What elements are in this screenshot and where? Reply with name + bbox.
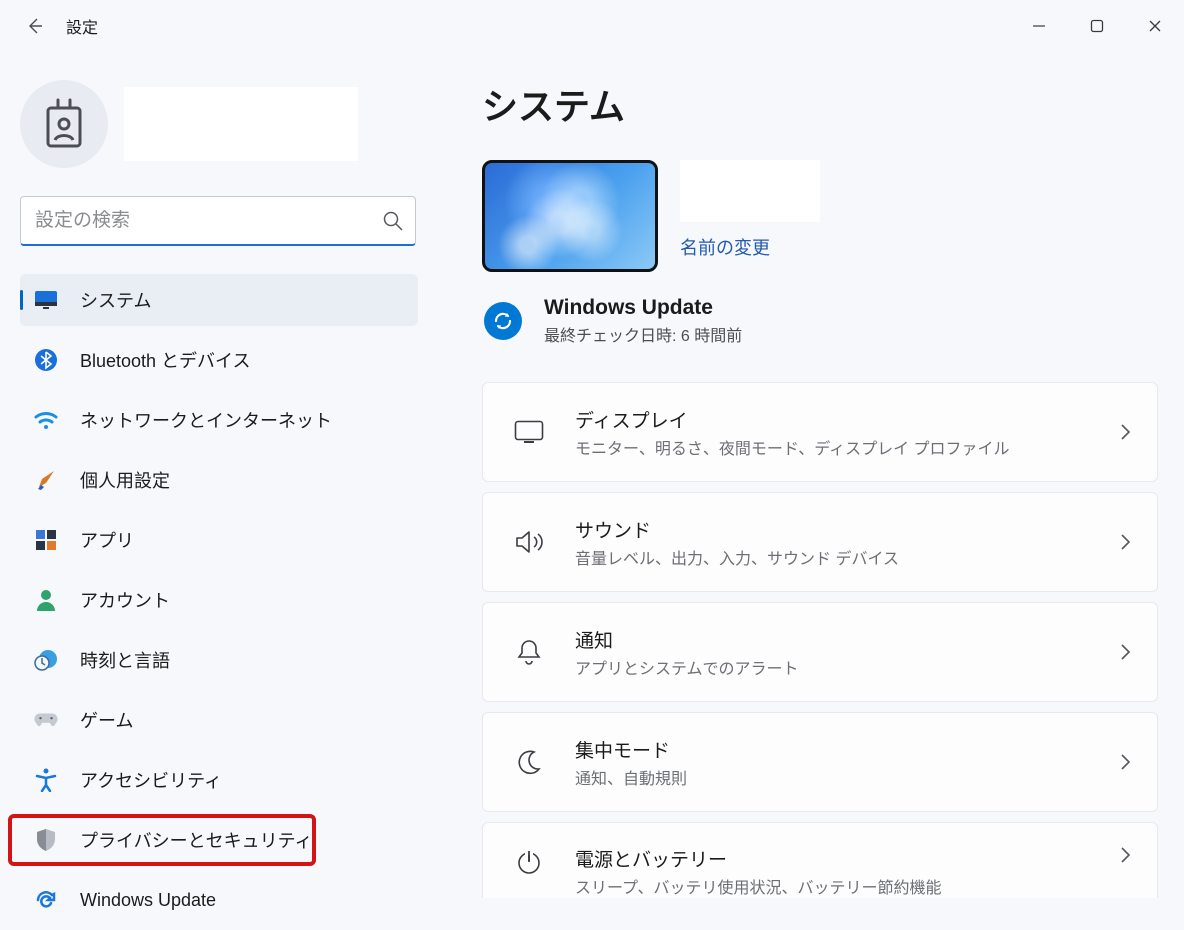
card-subtitle: スリープ、バッテリ使用状況、バッテリー節約機能 — [575, 874, 1119, 898]
windows-update-summary[interactable]: Windows Update 最終チェック日時: 6 時間前 — [484, 296, 1158, 346]
sidebar-item-label: Bluetooth とデバイス — [80, 347, 251, 373]
minimize-icon — [1032, 19, 1046, 33]
card-notifications[interactable]: 通知 アプリとシステムでのアラート — [482, 602, 1158, 702]
search-icon — [382, 210, 404, 232]
device-info-row: 名前の変更 — [482, 160, 1158, 272]
sidebar-item-gaming[interactable]: ゲーム — [20, 694, 418, 746]
arrow-left-icon — [25, 16, 45, 36]
update-icon — [34, 888, 58, 912]
device-preview[interactable] — [482, 160, 658, 272]
card-title: 集中モード — [575, 736, 1119, 763]
bluetooth-icon — [34, 348, 58, 372]
card-subtitle: モニター、明るさ、夜間モード、ディスプレイ プロファイル — [575, 435, 1119, 459]
sidebar-item-label: プライバシーとセキュリティ — [80, 827, 313, 853]
sidebar-item-accounts[interactable]: アカウント — [20, 574, 418, 626]
app-title: 設定 — [66, 14, 98, 38]
display-icon — [503, 420, 555, 444]
update-subtitle: 最終チェック日時: 6 時間前 — [544, 322, 742, 346]
main-content: システム 名前の変更 Windows Update 最終チェック日時: 6 時間… — [440, 52, 1184, 930]
sidebar-item-label: ゲーム — [80, 707, 133, 733]
maximize-icon — [1090, 19, 1104, 33]
profile-name-placeholder — [124, 87, 358, 161]
accessibility-icon — [34, 768, 58, 792]
power-icon — [503, 849, 555, 875]
paintbrush-icon — [34, 468, 58, 492]
sidebar-item-label: アプリ — [80, 527, 134, 553]
apps-icon — [34, 528, 58, 552]
card-power[interactable]: 電源とバッテリー スリープ、バッテリ使用状況、バッテリー節約機能 — [482, 822, 1158, 898]
update-circle-icon — [484, 302, 522, 340]
sidebar-item-personalization[interactable]: 個人用設定 — [20, 454, 418, 506]
page-title: システム — [482, 78, 1158, 130]
card-display[interactable]: ディスプレイ モニター、明るさ、夜間モード、ディスプレイ プロファイル — [482, 382, 1158, 482]
sidebar: システム Bluetooth とデバイス ネットワークとインターネット — [0, 52, 440, 930]
card-subtitle: 音量レベル、出力、入力、サウンド デバイス — [575, 545, 1119, 569]
card-subtitle: アプリとシステムでのアラート — [575, 655, 1119, 679]
chevron-right-icon — [1119, 532, 1131, 552]
moon-icon — [503, 749, 555, 775]
titlebar: 設定 — [0, 0, 1184, 52]
sidebar-item-label: Windows Update — [80, 890, 216, 911]
clock-globe-icon — [34, 648, 58, 672]
close-icon — [1148, 19, 1162, 33]
card-sound[interactable]: サウンド 音量レベル、出力、入力、サウンド デバイス — [482, 492, 1158, 592]
card-title: ディスプレイ — [575, 406, 1119, 433]
minimize-button[interactable] — [1010, 6, 1068, 46]
card-title: 通知 — [575, 626, 1119, 653]
sidebar-item-windows-update[interactable]: Windows Update — [20, 874, 418, 926]
chevron-right-icon — [1119, 422, 1131, 442]
sidebar-item-label: アクセシビリティ — [80, 767, 222, 793]
shield-icon — [34, 828, 58, 852]
sidebar-item-label: ネットワークとインターネット — [80, 407, 332, 433]
card-title: サウンド — [575, 516, 1119, 543]
sidebar-item-label: アカウント — [80, 587, 170, 613]
card-focus[interactable]: 集中モード 通知、自動規則 — [482, 712, 1158, 812]
chevron-right-icon — [1119, 845, 1131, 865]
bell-icon — [503, 638, 555, 666]
rename-link[interactable]: 名前の変更 — [680, 238, 770, 258]
sidebar-item-privacy[interactable]: プライバシーとセキュリティ — [8, 814, 316, 866]
wifi-icon — [34, 408, 58, 432]
system-icon — [34, 288, 58, 312]
close-button[interactable] — [1126, 6, 1184, 46]
sync-icon — [492, 310, 514, 332]
card-subtitle: 通知、自動規則 — [575, 765, 1119, 789]
avatar — [20, 80, 108, 168]
update-title: Windows Update — [544, 296, 742, 320]
person-icon — [34, 588, 58, 612]
card-title: 電源とバッテリー — [575, 845, 1119, 872]
sidebar-nav: システム Bluetooth とデバイス ネットワークとインターネット — [20, 274, 418, 926]
maximize-button[interactable] — [1068, 6, 1126, 46]
sound-icon — [503, 529, 555, 555]
sidebar-item-time-language[interactable]: 時刻と言語 — [20, 634, 418, 686]
sidebar-item-apps[interactable]: アプリ — [20, 514, 418, 566]
chevron-right-icon — [1119, 642, 1131, 662]
sidebar-item-accessibility[interactable]: アクセシビリティ — [20, 754, 418, 806]
search-input[interactable] — [20, 196, 416, 246]
sidebar-item-network[interactable]: ネットワークとインターネット — [20, 394, 418, 446]
settings-card-list: ディスプレイ モニター、明るさ、夜間モード、ディスプレイ プロファイル サウンド… — [482, 382, 1158, 898]
sidebar-item-system[interactable]: システム — [20, 274, 418, 326]
sidebar-item-bluetooth[interactable]: Bluetooth とデバイス — [20, 334, 418, 386]
sidebar-item-label: システム — [80, 287, 151, 313]
back-button[interactable] — [18, 9, 52, 43]
device-name-placeholder — [680, 160, 820, 222]
profile-block[interactable] — [20, 80, 420, 168]
chevron-right-icon — [1119, 752, 1131, 772]
sidebar-item-label: 時刻と言語 — [80, 647, 170, 673]
sidebar-item-label: 個人用設定 — [80, 467, 170, 493]
wallpaper-bloom — [482, 160, 658, 272]
window-controls — [1010, 6, 1184, 46]
search-field[interactable] — [20, 196, 420, 246]
gamepad-icon — [34, 708, 58, 732]
id-badge-icon — [42, 98, 86, 150]
